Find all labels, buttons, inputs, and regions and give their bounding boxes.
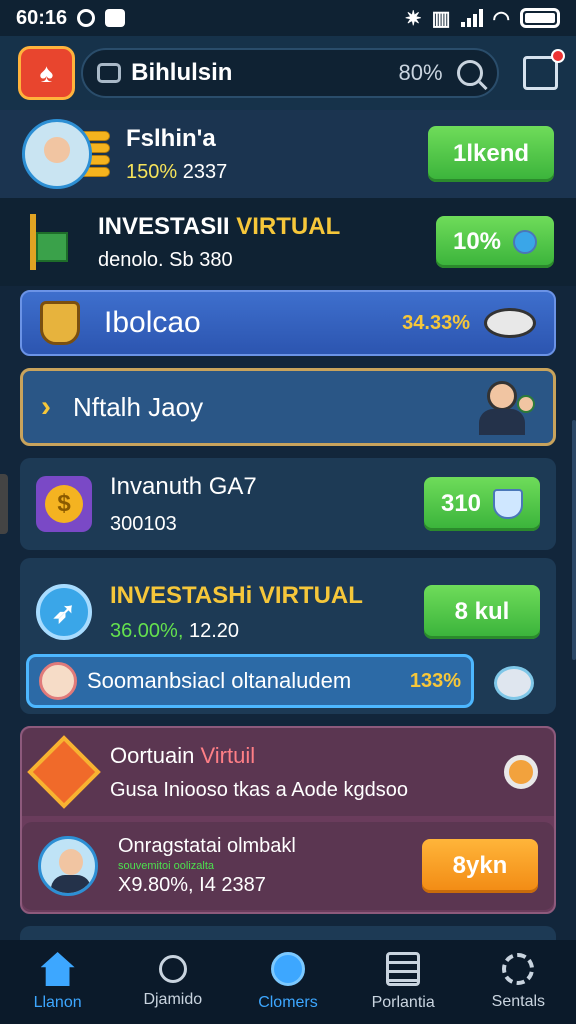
card-investashi-stat-green: 36.00%, [110, 619, 184, 642]
onragstatai-title: Onragstatai olmbakl [118, 835, 296, 857]
vibrate-icon: ▥ [431, 7, 451, 30]
scrollbar[interactable] [572, 420, 576, 660]
banner-ibolcao[interactable]: Ibolcao 34.33% [20, 290, 556, 356]
rocket-icon [513, 230, 538, 254]
investasi-percent-label: 10% [452, 228, 502, 255]
card-invanuth-button[interactable]: 310 [424, 477, 540, 531]
nav-planet-label: Clomers [258, 994, 318, 1011]
nfc-icon: ✷ [404, 7, 422, 30]
edit-button[interactable] [522, 49, 566, 90]
banner-ibolcao-percent: 34.33% [402, 311, 470, 334]
dollar-coin-icon: $ [36, 476, 92, 532]
banner-ibolcao-label: Ibolcao [104, 306, 201, 339]
top-bar: ♠ Bihlulsin 80% [0, 36, 576, 110]
settings-icon [502, 953, 535, 985]
magnifier-icon[interactable] [504, 755, 538, 789]
people-icon [471, 379, 535, 435]
bag-icon [105, 9, 126, 27]
nav-settings-label: Sentals [491, 993, 546, 1010]
profile-stat-value: 2337 [182, 160, 228, 183]
card-investashi-button[interactable]: 8 kul [424, 585, 540, 639]
document-icon [386, 952, 421, 986]
banner-nftalh-label: Nftalh Jaoy [73, 391, 204, 422]
person-icon [38, 836, 98, 896]
oortuain-item[interactable]: Oortuain Virtuil Gusa Iniooso tkas a Aod… [22, 728, 554, 816]
profile-action-button[interactable]: 1lkend [428, 126, 554, 182]
bottom-nav: Llanon Djamido Clomers Porlantia Sentals [0, 940, 576, 1024]
onragstatai-button[interactable]: 8ykn [422, 839, 538, 893]
investasi-title: INVESTASII [98, 212, 237, 240]
battery-icon [520, 8, 560, 28]
investasi-title-highlight: VIRTUAL [236, 212, 341, 240]
status-bar: 60:16 ✷ ▥ ◠ [0, 0, 576, 36]
side-handle[interactable] [0, 474, 8, 534]
investasi-sub: denolo. Sb 380 [98, 248, 233, 271]
nav-home[interactable]: Llanon [8, 952, 108, 1012]
small-avatar [39, 662, 77, 700]
investasi-row: INVESTASII VIRTUAL denolo. Sb 380 10% [0, 198, 576, 286]
header-title: Bihlulsin [131, 59, 233, 86]
nav-search[interactable]: Djamido [123, 955, 223, 1009]
chevron-right-icon: › [41, 390, 51, 423]
card-invanuth-title: Invanuth GA7 [110, 472, 257, 500]
search-icon [158, 955, 187, 983]
gear-badge-icon [27, 735, 101, 809]
nav-search-label: Djamido [143, 991, 203, 1008]
banner-nftalh[interactable]: › Nftalh Jaoy [20, 368, 556, 446]
card-investashi-title: INVESTASHi VIRTUAL [110, 581, 363, 609]
nav-settings[interactable]: Sentals [468, 953, 568, 1011]
oortuain-sub: Gusa Iniooso tkas a Aode kgdsoo [110, 778, 408, 801]
cup-icon [493, 489, 524, 519]
notification-badge [551, 49, 566, 63]
onragstatai-sub: X9.80%, I4 2387 [118, 874, 266, 896]
nav-planet[interactable]: Clomers [238, 952, 338, 1012]
onragstatai-item[interactable]: Onragstatai olmbakl souvemitoi oolizalta… [22, 822, 554, 910]
oortuain-title: Oortuain [110, 742, 201, 768]
oortuain-title-highlight: Virtuil [200, 742, 256, 768]
pill-soomanbsiacl[interactable]: Soomanbsiacl oltanaludem 133% [26, 654, 474, 708]
profile-stat-green: 150% [126, 160, 178, 183]
card-invanuth-sub: 300103 [110, 512, 177, 535]
robot-icon[interactable] [494, 666, 534, 700]
home-icon [40, 952, 75, 986]
card-investashi: ➶ INVESTASHi VIRTUAL 36.00%, 12.20 8 kul… [20, 558, 556, 714]
signal-icon [460, 9, 483, 27]
shield-icon [40, 301, 80, 345]
arrow-icon: ➶ [36, 584, 92, 640]
pill-percent: 133% [409, 669, 461, 692]
whatsapp-icon [77, 9, 96, 27]
planet-icon [270, 952, 305, 986]
onragstatai-sub-small: souvemitoi oolizalta [118, 860, 214, 872]
search-icon[interactable] [456, 60, 483, 86]
pill-label: Soomanbsiacl oltanaludem [87, 668, 352, 693]
card-invanuth-button-label: 310 [440, 490, 482, 517]
card-invanuth[interactable]: $ Invanuth GA7 300103 310 [20, 458, 556, 550]
nav-home-label: Llanon [33, 994, 82, 1011]
investasi-percent-button[interactable]: 10% [436, 216, 554, 268]
status-time: 60:16 [16, 6, 68, 29]
food-icon [484, 308, 536, 338]
flag-chart-icon [22, 214, 72, 270]
nav-document[interactable]: Porlantia [353, 952, 453, 1012]
profile-name: Fslhin'a [126, 124, 216, 152]
card-oortuain: Oortuain Virtuil Gusa Iniooso tkas a Aod… [20, 726, 556, 914]
card-investashi-stat-value: 12.20 [188, 619, 240, 642]
avatar[interactable] [22, 119, 92, 189]
profile-row: Fslhin'a 150% 2337 1lkend [0, 110, 576, 198]
camera-icon[interactable] [97, 63, 122, 83]
nav-document-label: Porlantia [371, 994, 435, 1011]
wifi-icon: ◠ [492, 7, 510, 30]
search-bar[interactable]: Bihlulsin 80% [81, 48, 499, 98]
app-logo[interactable]: ♠ [18, 46, 76, 100]
header-percent: 80% [398, 60, 443, 85]
